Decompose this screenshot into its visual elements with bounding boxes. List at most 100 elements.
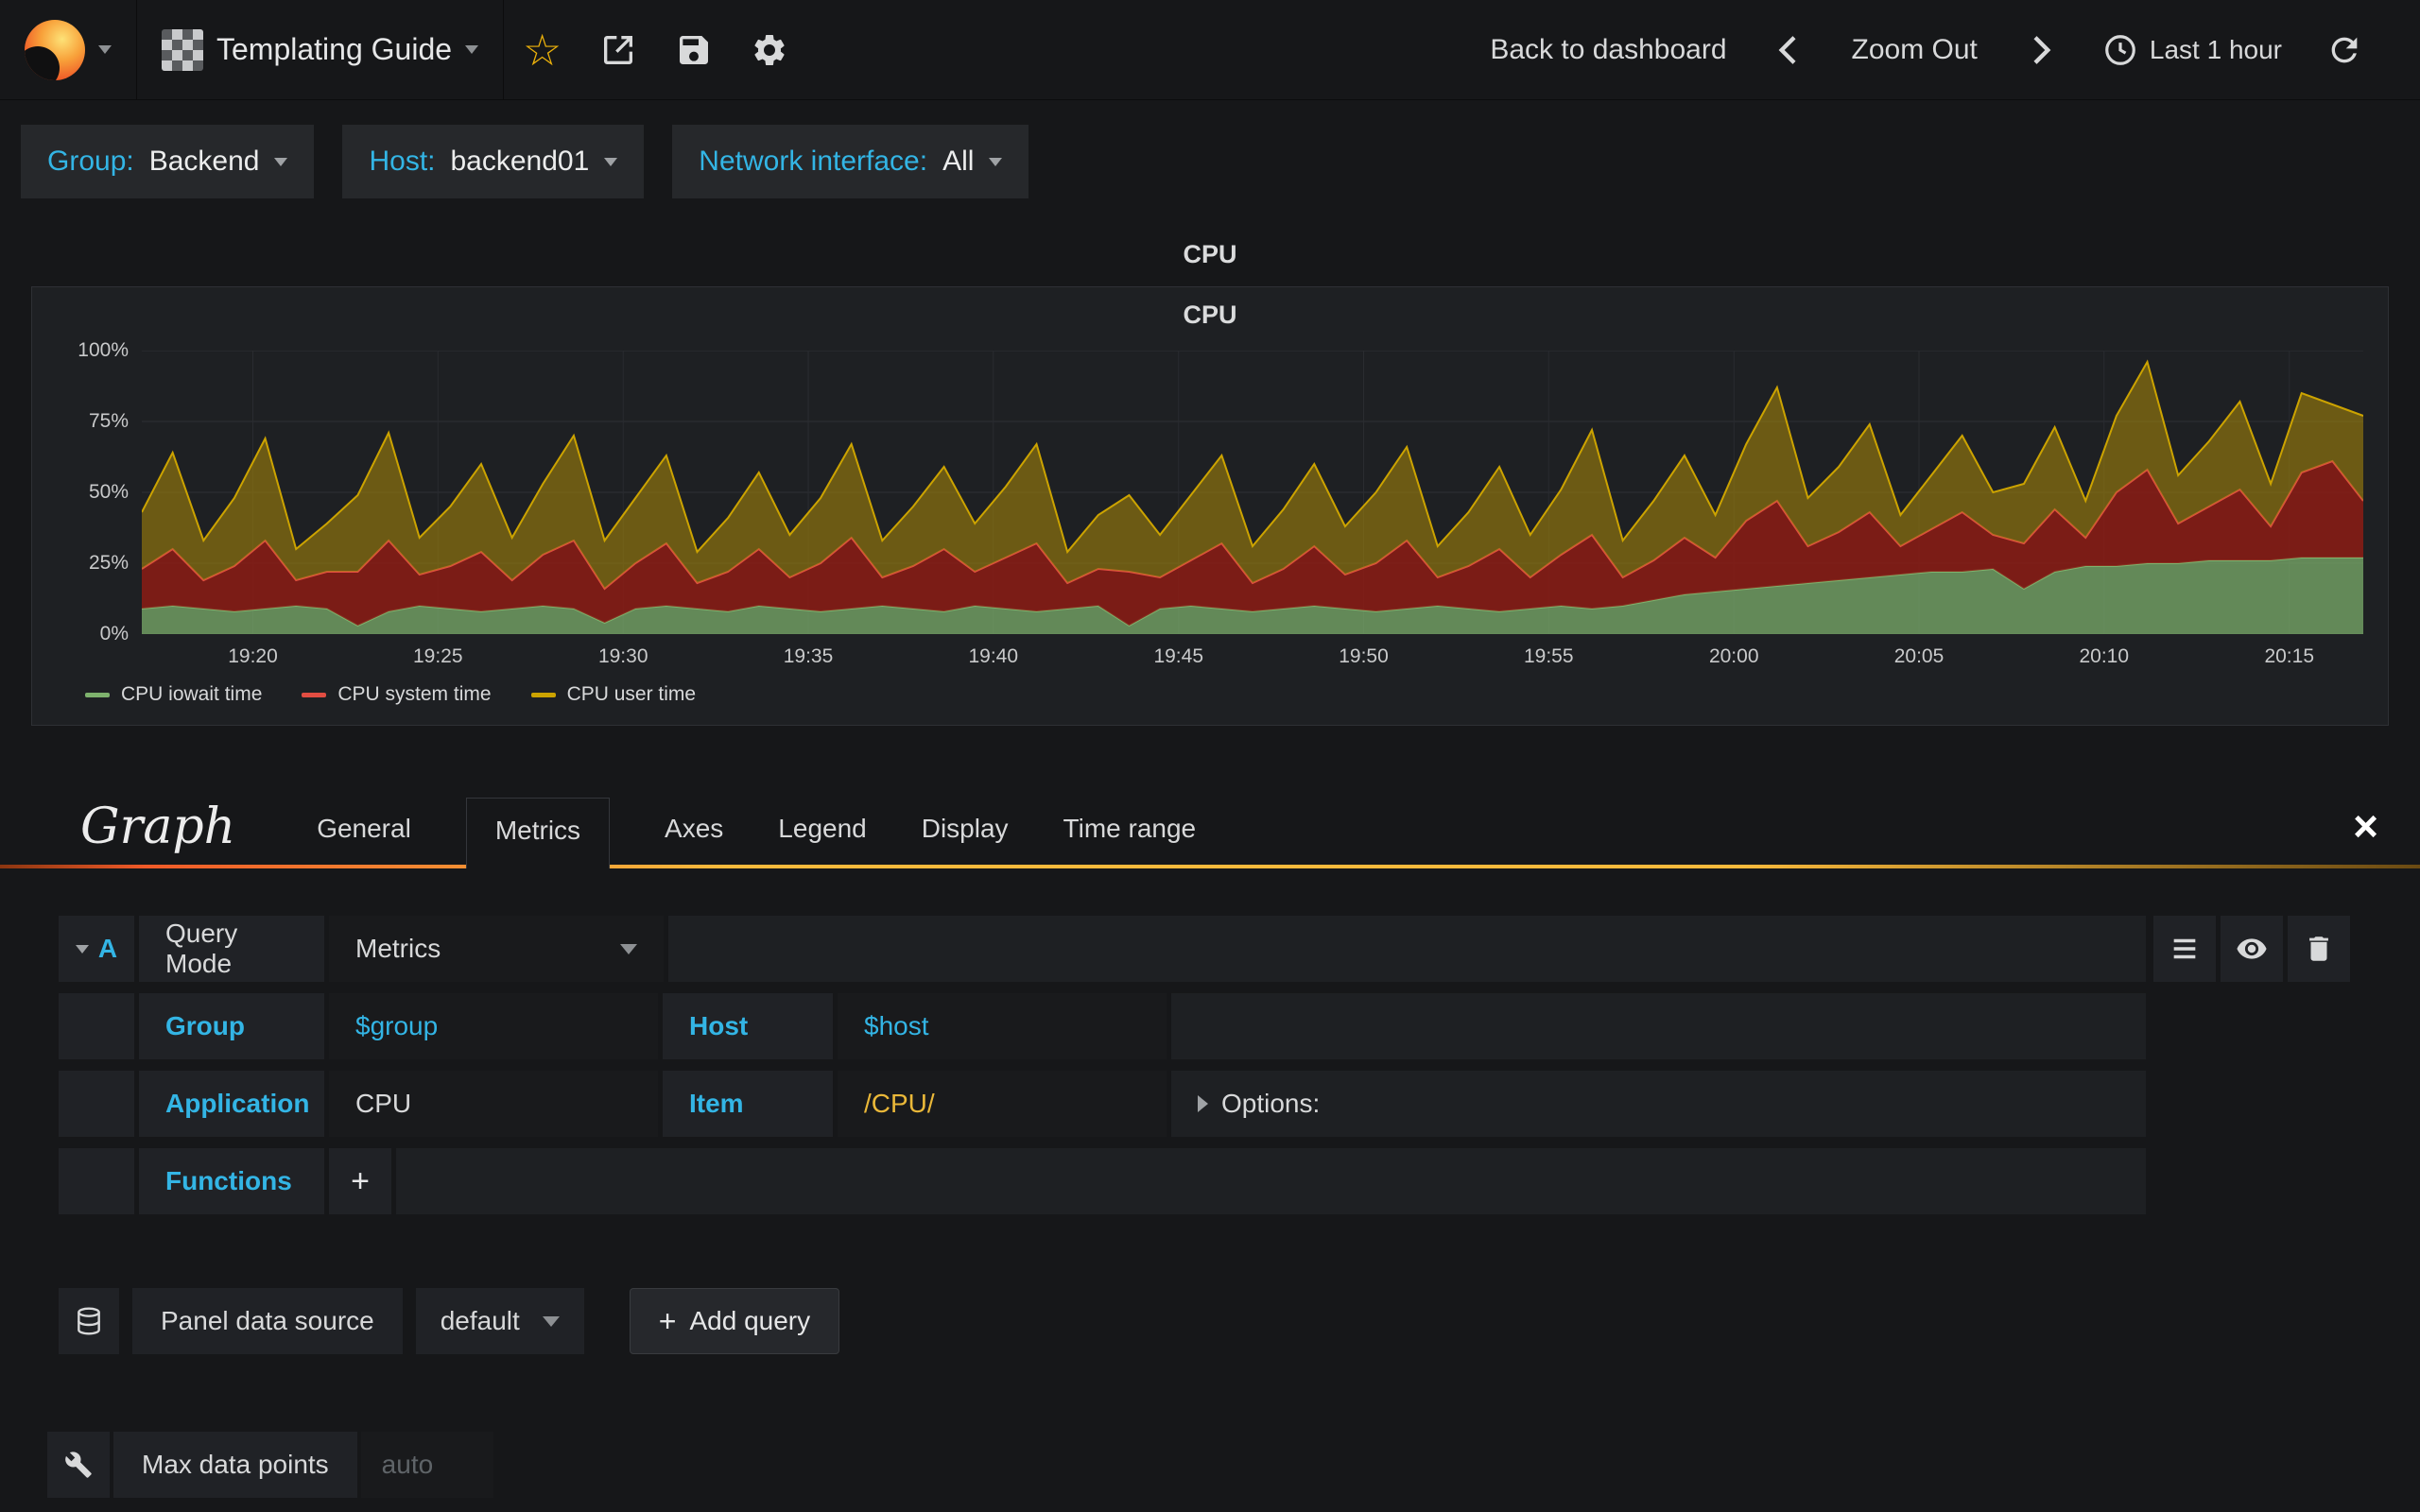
variable-host-dropdown[interactable]: Host: backend01 (342, 125, 645, 198)
row-indent (59, 1071, 134, 1137)
query-mode-label: Query Mode (139, 916, 324, 982)
legend-label: CPU system time (337, 683, 492, 705)
query-menu-button[interactable] (2153, 916, 2216, 982)
item-label: Item (663, 1071, 833, 1137)
options-icon-cell (47, 1432, 110, 1498)
chevron-down-icon (465, 45, 479, 54)
tab-time-range[interactable]: Time range (1063, 814, 1197, 868)
editor-panel-type-title: Graph (80, 799, 236, 855)
options-label: Options: (1221, 1089, 1321, 1118)
x-tick-label: 19:55 (1523, 645, 1574, 667)
star-icon: ☆ (523, 25, 562, 75)
tab-metrics[interactable]: Metrics (465, 798, 611, 868)
options-toggle[interactable]: Options: (1171, 1071, 2146, 1137)
grafana-logo-icon (25, 19, 85, 80)
x-tick-label: 20:05 (1893, 645, 1945, 667)
time-range-label: Last 1 hour (2149, 34, 2282, 64)
row-filler (396, 1148, 2146, 1214)
panel-title[interactable]: CPU (32, 301, 2388, 330)
y-tick-label: 50% (88, 481, 129, 503)
max-data-points-row: Max data points (47, 1432, 2420, 1498)
editor-header: Graph General Metrics Axes Legend Displa… (0, 798, 2420, 868)
database-icon (78, 1307, 100, 1335)
x-axis: 19:20 19:25 19:30 19:35 19:40 19:45 19:50 19:55… (142, 634, 2363, 678)
query-mode-value: Metrics (355, 934, 441, 963)
chevron-down-icon (604, 157, 618, 166)
star-button[interactable]: ☆ (504, 0, 580, 99)
functions-label: Functions (139, 1148, 324, 1214)
row-filler (668, 916, 2146, 982)
add-query-label: Add query (689, 1306, 811, 1335)
application-input[interactable]: CPU (329, 1071, 658, 1137)
chevron-down-icon (75, 944, 89, 954)
chevron-down-icon (274, 157, 288, 166)
refresh-button[interactable] (2307, 0, 2382, 99)
dashboard-area: CPU CPU 100% 75% 50% 25% 0% 19:20 19:25 19… (0, 240, 2420, 726)
query-row-group-host: Group $group Host $host (59, 993, 2146, 1059)
x-tick-label: 19:35 (783, 645, 834, 667)
chevron-right-icon (2033, 35, 2051, 64)
host-input[interactable]: $host (838, 993, 1167, 1059)
query-mode-dropdown[interactable]: Metrics (329, 916, 664, 982)
tab-general[interactable]: General (317, 814, 411, 868)
legend-item[interactable]: CPU iowait time (85, 683, 262, 706)
max-data-points-input[interactable] (360, 1432, 493, 1498)
chart-legend: CPU iowait time CPU system time CPU user t… (85, 683, 2388, 706)
row-indent (59, 1148, 134, 1214)
time-shift-back-button[interactable] (1752, 0, 1827, 99)
query-ref-letter: A (97, 934, 118, 963)
variable-group-dropdown[interactable]: Group: Backend (21, 125, 315, 198)
share-button[interactable] (580, 0, 656, 99)
datasource-dropdown[interactable]: default (415, 1288, 584, 1354)
hamburger-icon (2173, 938, 2196, 959)
legend-label: CPU iowait time (121, 683, 263, 705)
legend-item[interactable]: CPU system time (302, 683, 492, 706)
dashboard-switcher[interactable]: Templating Guide (137, 0, 503, 99)
group-input[interactable]: $group (329, 993, 658, 1059)
query-collapse-toggle[interactable]: A (59, 916, 134, 982)
tab-display[interactable]: Display (922, 814, 1009, 868)
x-tick-label: 19:50 (1339, 645, 1389, 667)
query-row-application-item: Application CPU Item /CPU/ Options: (59, 1071, 2146, 1137)
plot-area[interactable]: 19:20 19:25 19:30 19:35 19:40 19:45 19:50 19:55… (142, 351, 2363, 678)
save-icon (680, 35, 709, 64)
chevron-down-icon (542, 1315, 560, 1327)
legend-item[interactable]: CPU user time (530, 683, 696, 706)
navbar: Templating Guide ☆ Back to dashboard Zoo… (0, 0, 2420, 100)
variable-netif-dropdown[interactable]: Network interface: All (672, 125, 1029, 198)
tab-axes[interactable]: Axes (665, 814, 723, 868)
add-query-button[interactable]: + Add query (629, 1288, 840, 1354)
x-tick-label: 19:25 (412, 645, 463, 667)
legend-color-swatch (85, 692, 110, 697)
query-row-functions: Functions + (59, 1148, 2146, 1214)
y-tick-label: 25% (88, 552, 129, 574)
query-row-a: A Query Mode Metrics (59, 916, 2146, 982)
legend-color-swatch (530, 692, 556, 697)
variable-label: Network interface: (699, 146, 928, 177)
variable-value: Backend (148, 146, 260, 177)
query-actions (2153, 916, 2350, 982)
x-tick-label: 19:30 (597, 645, 648, 667)
variable-value: All (942, 146, 975, 177)
chevron-down-icon (620, 943, 637, 954)
stacked-area-chart (142, 351, 2363, 634)
chart: 100% 75% 50% 25% 0% 19:20 19:25 19:30 19:35… (32, 339, 2388, 678)
chevron-down-icon (989, 157, 1003, 166)
y-axis: 100% 75% 50% 25% 0% (60, 339, 142, 644)
panel-editor: Graph General Metrics Axes Legend Displa… (0, 798, 2420, 1498)
close-editor-icon[interactable]: × (2353, 800, 2378, 868)
settings-button[interactable] (732, 0, 807, 99)
grafana-logo-menu[interactable] (0, 0, 136, 99)
row-indent (59, 993, 134, 1059)
query-toggle-visibility-button[interactable] (2221, 916, 2283, 982)
tab-legend[interactable]: Legend (778, 814, 866, 868)
time-range-picker[interactable]: Last 1 hour (2087, 32, 2297, 68)
query-delete-button[interactable] (2288, 916, 2350, 982)
item-input[interactable]: /CPU/ (838, 1071, 1167, 1137)
back-to-dashboard-button[interactable]: Back to dashboard (1475, 34, 1741, 66)
time-shift-forward-button[interactable] (2002, 0, 2078, 99)
zoom-out-button[interactable]: Zoom Out (1837, 34, 1993, 66)
add-function-button[interactable]: + (329, 1148, 391, 1214)
x-tick-label: 20:10 (2079, 645, 2130, 667)
save-button[interactable] (656, 0, 732, 99)
